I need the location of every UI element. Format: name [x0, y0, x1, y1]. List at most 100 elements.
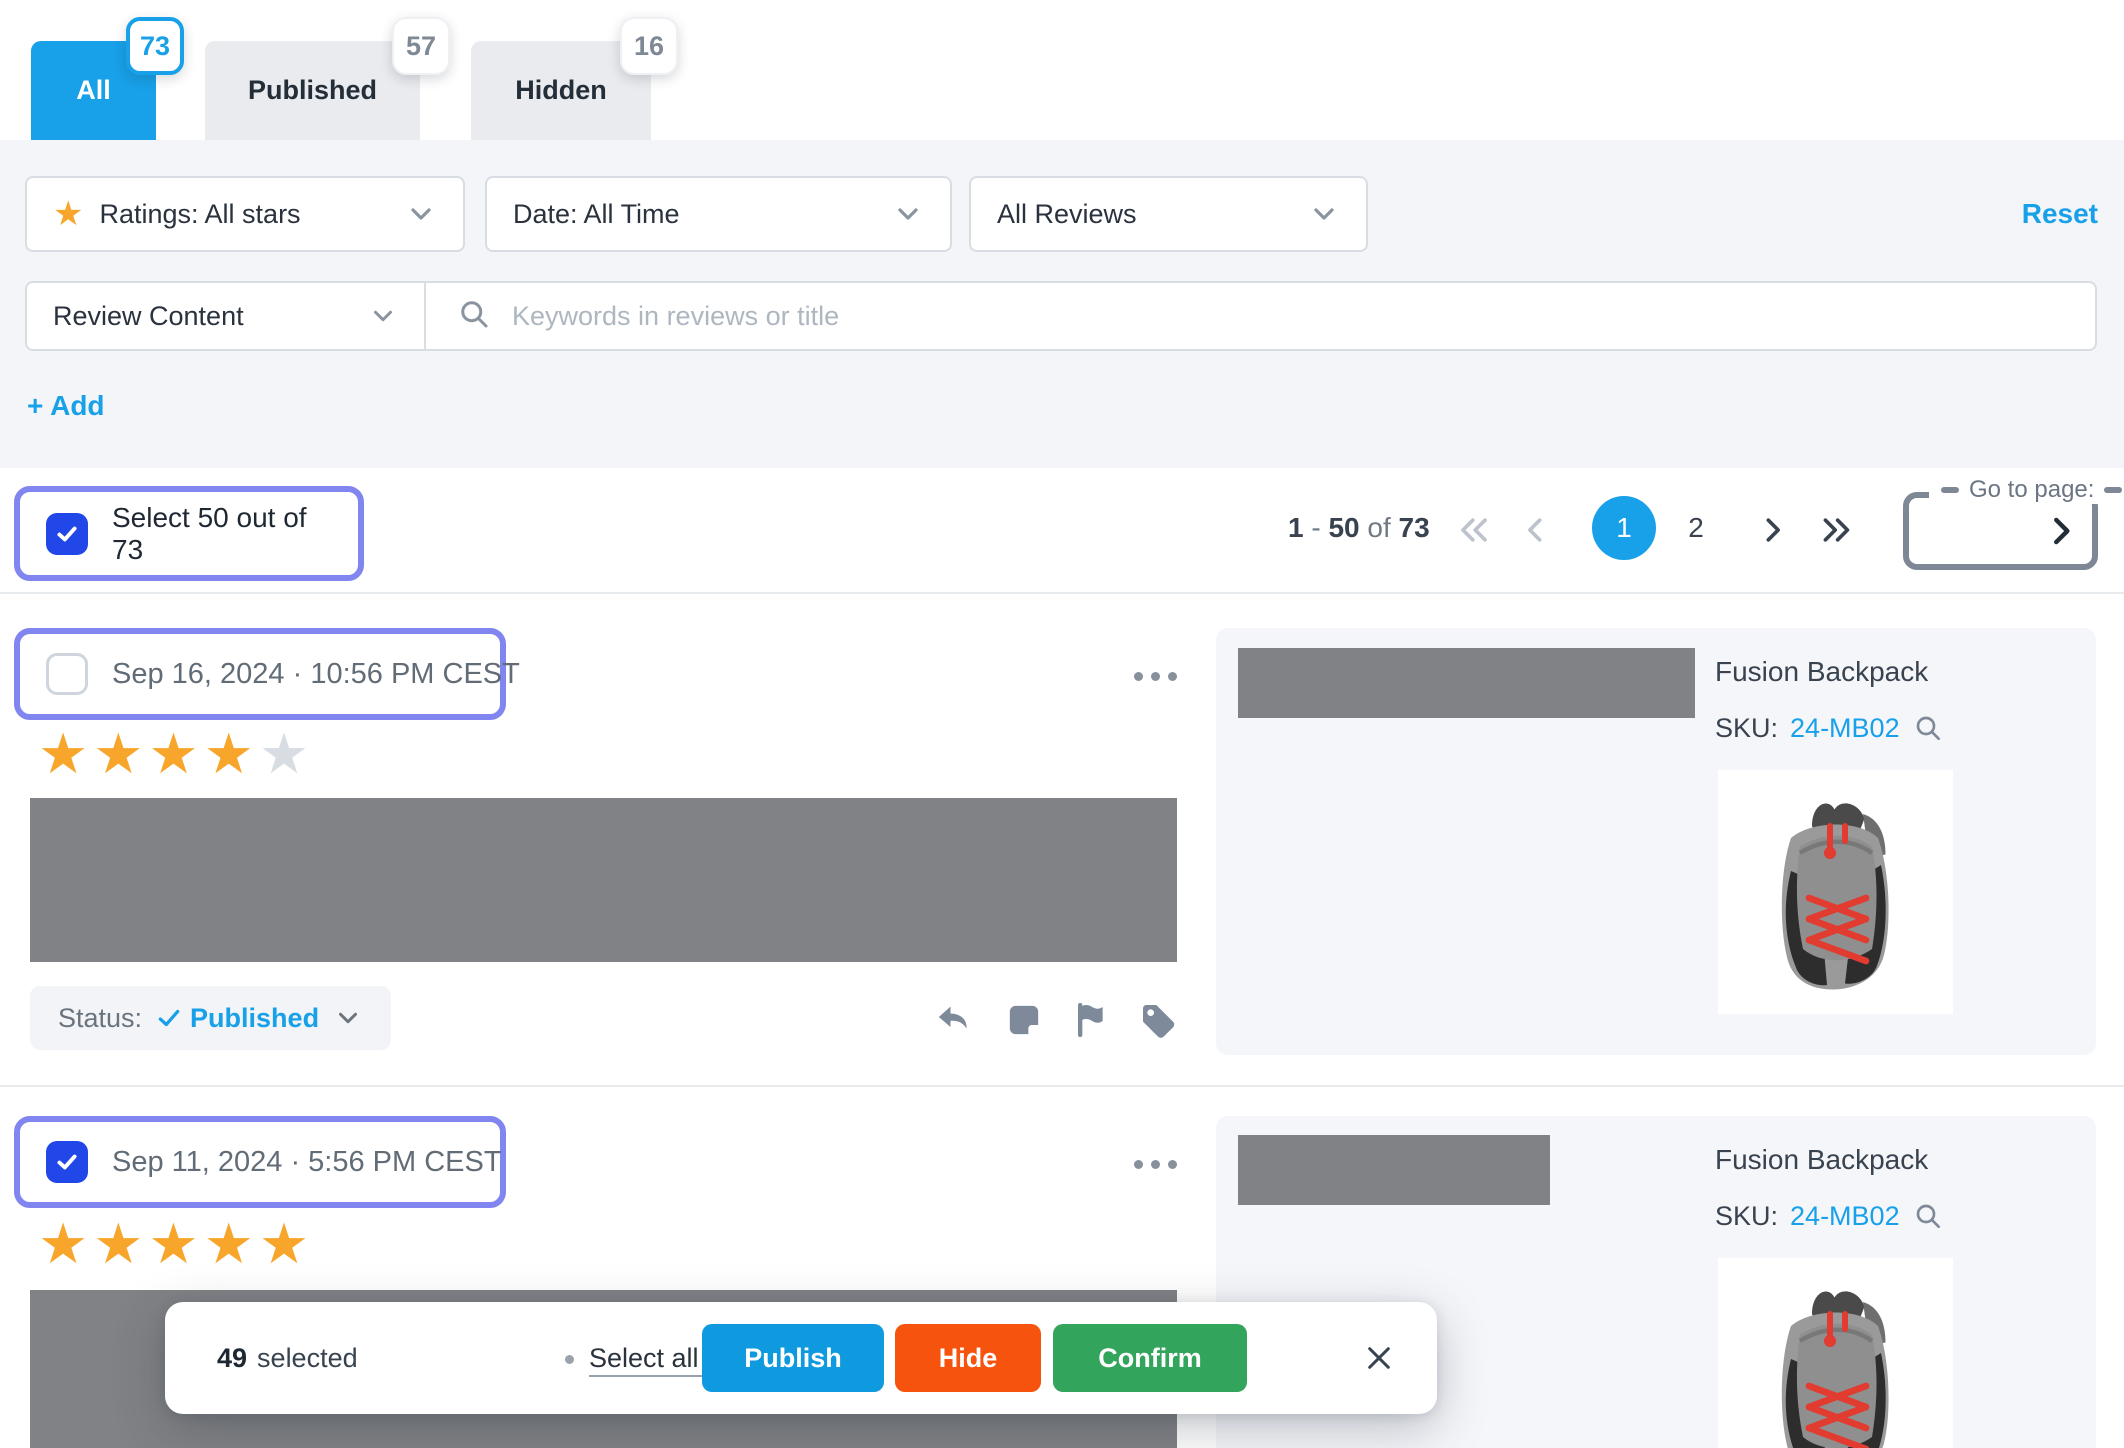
check-icon	[156, 1005, 182, 1031]
review-2-date-highlight-box: Sep 11, 2024 · 5:56 PM CEST	[14, 1116, 506, 1208]
product-sku-row: SKU: 24-MB02	[1715, 712, 1944, 744]
tab-published[interactable]: Published	[205, 41, 420, 140]
bullet-separator	[565, 1355, 574, 1364]
divider	[0, 592, 2124, 594]
tab-published-count: 57	[406, 31, 436, 62]
sku-label: SKU:	[1715, 713, 1778, 744]
search-icon[interactable]	[1912, 712, 1944, 744]
date-filter-dropdown[interactable]: Date: All Time	[485, 176, 952, 252]
go-to-page-input[interactable]	[1915, 504, 2035, 558]
review-2-date: Sep 11, 2024 · 5:56 PM CEST	[112, 1146, 502, 1179]
star-filled-icon: ★	[38, 722, 93, 785]
review-1-date-highlight-box: Sep 16, 2024 · 10:56 PM CEST	[14, 628, 506, 720]
review-1-status-dropdown[interactable]: Status: Published	[30, 986, 391, 1050]
star-filled-icon: ★	[93, 722, 148, 785]
select-all-label: Select 50 out of 73	[112, 502, 332, 566]
confirm-button[interactable]: Confirm	[1053, 1324, 1247, 1392]
range-total: 73	[1399, 512, 1430, 543]
star-filled-icon: ★	[38, 1212, 93, 1275]
check-icon	[54, 521, 80, 547]
selected-count: 49 selected	[217, 1302, 358, 1414]
review-1-more-menu[interactable]	[1128, 666, 1183, 687]
reset-filters-link[interactable]: Reset	[2022, 198, 2098, 230]
last-page-button[interactable]	[1812, 508, 1856, 552]
sku-link[interactable]: 24-MB02	[1790, 1201, 1900, 1232]
chevron-down-icon	[333, 1003, 363, 1033]
sku-link[interactable]: 24-MB02	[1790, 713, 1900, 744]
star-filled-icon: ★	[93, 1212, 148, 1275]
hide-button[interactable]: Hide	[895, 1324, 1041, 1392]
tab-hidden-count: 16	[634, 31, 664, 62]
search-input-area	[426, 283, 2095, 349]
note-icon[interactable]	[1004, 1000, 1044, 1040]
review-1-checkbox[interactable]	[46, 653, 88, 695]
search-bar: Review Content	[25, 281, 2097, 351]
tab-all-count-badge: 73	[126, 17, 184, 75]
filters-section: ★ Ratings: All stars Date: All Time All …	[0, 140, 2124, 468]
status-value: Published	[190, 1003, 319, 1034]
search-input[interactable]	[512, 301, 2065, 332]
ratings-filter-dropdown[interactable]: ★ Ratings: All stars	[25, 176, 465, 252]
next-page-button[interactable]	[1750, 508, 1794, 552]
star-filled-icon: ★	[204, 722, 259, 785]
status-label: Status:	[58, 1003, 142, 1034]
review-2-more-menu[interactable]	[1128, 1154, 1183, 1175]
star-filled-icon: ★	[148, 1212, 203, 1275]
review-1-date: Sep 16, 2024 · 10:56 PM CEST	[112, 658, 520, 691]
review-1-content-redacted	[30, 798, 1177, 962]
chevron-down-icon	[405, 198, 437, 230]
tab-hidden-label: Hidden	[515, 75, 607, 106]
star-filled-icon: ★	[204, 1212, 259, 1275]
review-2-reviewer-redacted	[1238, 1135, 1550, 1205]
publish-button[interactable]: Publish	[702, 1324, 884, 1392]
page-2-label: 2	[1688, 512, 1704, 543]
star-filled-icon: ★	[148, 722, 203, 785]
tab-published-count-badge: 57	[392, 17, 450, 75]
range-dash: -	[1311, 512, 1320, 543]
chevron-down-icon	[892, 198, 924, 230]
select-all-checkbox[interactable]	[46, 513, 88, 555]
pagination-range: 1 - 50 of 73	[1288, 512, 1430, 544]
search-icon[interactable]	[1912, 1200, 1944, 1232]
star-icon: ★	[53, 197, 83, 231]
previous-page-button[interactable]	[1514, 508, 1558, 552]
go-to-page-box: Go to page:	[1903, 492, 2098, 570]
divider	[0, 1085, 2124, 1087]
go-to-page-label: Go to page:	[1929, 476, 2124, 504]
review-type-filter-dropdown[interactable]: All Reviews	[969, 176, 1368, 252]
product-name: Fusion Backpack	[1715, 1144, 1928, 1176]
product-image	[1718, 770, 1953, 1014]
star-empty-icon: ★	[259, 722, 314, 785]
check-icon	[54, 1149, 80, 1175]
date-filter-label: Date: All Time	[513, 199, 680, 230]
range-of: of	[1367, 512, 1390, 543]
review-1-star-rating: ★★★★★	[38, 726, 314, 782]
product-name: Fusion Backpack	[1715, 656, 1928, 688]
sku-label: SKU:	[1715, 1201, 1778, 1232]
page-1-label: 1	[1616, 512, 1632, 544]
first-page-button[interactable]	[1452, 508, 1496, 552]
tab-published-label: Published	[248, 75, 377, 106]
tab-all-label: All	[76, 75, 111, 106]
product-image	[1718, 1258, 1953, 1448]
review-2-checkbox[interactable]	[46, 1141, 88, 1183]
bulk-action-bar: 49 selected Select all (50) Publish Hide…	[165, 1302, 1437, 1414]
tag-icon[interactable]	[1138, 1000, 1178, 1040]
tab-hidden-count-badge: 16	[620, 17, 678, 75]
search-icon	[456, 296, 492, 337]
close-icon[interactable]	[1357, 1336, 1401, 1380]
review-type-filter-label: All Reviews	[997, 199, 1137, 230]
flag-icon[interactable]	[1071, 1000, 1111, 1040]
reply-icon[interactable]	[933, 1000, 973, 1040]
go-to-page-submit-icon[interactable]	[2042, 512, 2080, 550]
tab-all-count: 73	[140, 31, 170, 62]
ratings-filter-label: Ratings: All stars	[99, 199, 300, 230]
add-filter-link[interactable]: + Add	[27, 390, 105, 422]
page-1-button[interactable]: 1	[1592, 496, 1656, 560]
page-2-button[interactable]: 2	[1678, 512, 1714, 544]
chevron-down-icon	[368, 301, 398, 331]
search-field-dropdown[interactable]: Review Content	[27, 283, 426, 349]
star-filled-icon: ★	[259, 1212, 314, 1275]
review-1-reviewer-redacted	[1238, 648, 1695, 718]
review-1-product-panel: Fusion Backpack SKU: 24-MB02	[1216, 628, 2096, 1055]
